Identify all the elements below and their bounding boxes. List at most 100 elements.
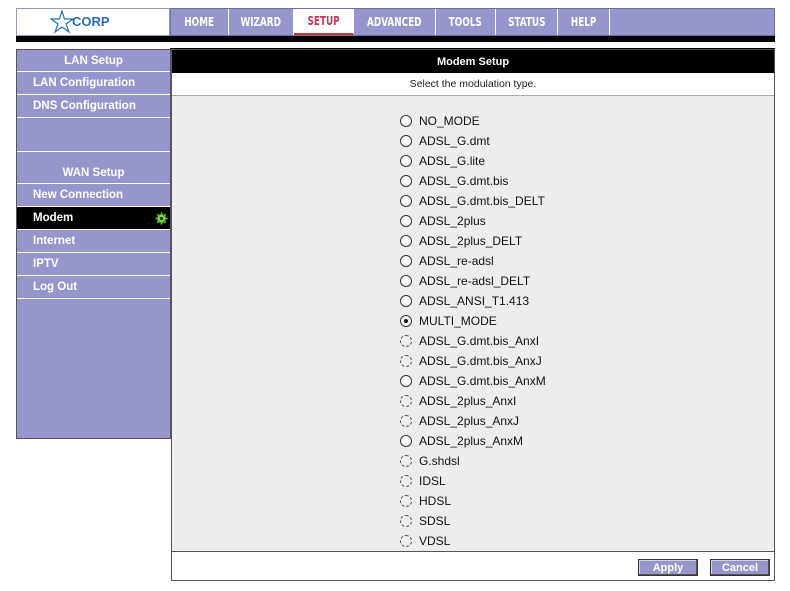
modulation-option: ADSL_G.dmt.bis_AnxI (400, 331, 546, 351)
option-label: ADSL_re-adsl_DELT (419, 274, 531, 288)
radio-button (400, 415, 412, 427)
top-nav: HOME WIZARD SETUP ADVANCED TOOLS STATUS HELP (170, 8, 775, 36)
divider (16, 36, 170, 42)
radio-button[interactable] (400, 115, 412, 127)
option-label: ADSL_G.dmt.bis (419, 174, 509, 188)
tab-help[interactable]: HELP (558, 9, 610, 35)
page-title: Modem Setup (172, 50, 774, 73)
option-label: ADSL_G.lite (419, 154, 486, 168)
tab-label: WIZARD (240, 15, 282, 29)
radio-button[interactable] (400, 375, 412, 387)
modulation-option: G.shdsl (400, 451, 546, 471)
divider (170, 36, 775, 42)
modulation-option[interactable]: MULTI_MODE (400, 311, 546, 331)
radio-button (400, 335, 412, 347)
tab-home[interactable]: HOME (171, 9, 229, 35)
tab-advanced[interactable]: ADVANCED (354, 9, 436, 35)
radio-button[interactable] (400, 255, 412, 267)
option-label: NO_MODE (419, 114, 480, 128)
form-footer: Apply Cancel (172, 551, 774, 580)
tab-setup[interactable]: SETUP (294, 9, 354, 35)
option-label: IDSL (419, 474, 446, 488)
tab-tools[interactable]: TOOLS (436, 9, 496, 35)
radio-button[interactable] (400, 315, 412, 327)
option-label: G.shdsl (419, 454, 460, 468)
acorp-logo-icon: CORP (49, 10, 110, 34)
modulation-option[interactable]: ADSL_2plus (400, 211, 546, 231)
radio-button[interactable] (400, 235, 412, 247)
modulation-option[interactable]: ADSL_2plus_DELT (400, 231, 546, 251)
modulation-option[interactable]: ADSL_G.dmt.bis (400, 171, 546, 191)
radio-button (400, 515, 412, 527)
sidebar-item-new-connection[interactable]: New Connection (17, 184, 170, 207)
option-label: ADSL_2plus (419, 214, 486, 228)
sidebar-heading-wan: WAN Setup (17, 162, 170, 184)
tab-label: HELP (570, 15, 597, 29)
option-label: ADSL_G.dmt.bis_AnxI (419, 334, 540, 348)
logo-text: CORP (72, 14, 110, 29)
radio-button[interactable] (400, 135, 412, 147)
modulation-options: NO_MODE ADSL_G.dmt ADSL_G.lite ADSL_G.dmt.b… (400, 111, 546, 551)
sidebar-item-log-out[interactable]: Log Out (17, 276, 170, 299)
page-subtitle: Select the modulation type. (172, 73, 774, 96)
tab-status[interactable]: STATUS (496, 9, 558, 35)
modulation-option: ADSL_G.dmt.bis_AnxJ (400, 351, 546, 371)
tab-label: TOOLS (448, 15, 483, 29)
sidebar: LAN Setup LAN Configuration DNS Configur… (16, 49, 171, 439)
modulation-option[interactable]: ADSL_re-adsl (400, 251, 546, 271)
option-label: ADSL_2plus_AnxM (419, 434, 524, 448)
radio-button (400, 455, 412, 467)
sidebar-item-iptv[interactable]: IPTV (17, 253, 170, 276)
cancel-button[interactable]: Cancel (710, 559, 770, 576)
modulation-option: IDSL (400, 471, 546, 491)
tab-wizard[interactable]: WIZARD (229, 9, 294, 35)
tab-label: HOME (184, 15, 215, 29)
radio-button[interactable] (400, 175, 412, 187)
modulation-option[interactable]: ADSL_2plus_AnxM (400, 431, 546, 451)
modulation-option[interactable]: ADSL_G.dmt (400, 131, 546, 151)
apply-button[interactable]: Apply (638, 559, 698, 576)
option-label: ADSL_ANSI_T1.413 (419, 294, 530, 308)
modulation-option[interactable]: ADSL_re-adsl_DELT (400, 271, 546, 291)
sidebar-item-dns-configuration[interactable]: DNS Configuration (17, 95, 170, 118)
option-label: ADSL_G.dmt.bis_AnxJ (419, 354, 542, 368)
radio-button (400, 535, 412, 547)
radio-button (400, 395, 412, 407)
gear-icon (155, 212, 168, 225)
radio-button[interactable] (400, 275, 412, 287)
option-label: ADSL_G.dmt (419, 134, 490, 148)
modulation-option: HDSL (400, 491, 546, 511)
radio-button[interactable] (400, 155, 412, 167)
option-label: ADSL_G.dmt.bis_DELT (419, 194, 545, 208)
radio-button (400, 475, 412, 487)
option-label: HDSL (419, 494, 452, 508)
option-label: ADSL_2plus_AnxJ (419, 414, 520, 428)
radio-button[interactable] (400, 215, 412, 227)
radio-button (400, 355, 412, 367)
logo: CORP (16, 8, 170, 36)
sidebar-item-modem[interactable]: Modem (17, 207, 170, 230)
modulation-option: ADSL_2plus_AnxI (400, 391, 546, 411)
radio-button[interactable] (400, 195, 412, 207)
modulation-option[interactable]: ADSL_G.lite (400, 151, 546, 171)
modulation-option[interactable]: ADSL_ANSI_T1.413 (400, 291, 546, 311)
modulation-option: VDSL (400, 531, 546, 551)
modulation-option[interactable]: NO_MODE (400, 111, 546, 131)
sidebar-heading-lan: LAN Setup (17, 50, 170, 72)
sidebar-item-lan-configuration[interactable]: LAN Configuration (17, 72, 170, 95)
tab-label: ADVANCED (367, 15, 422, 29)
modulation-option[interactable]: ADSL_G.dmt.bis_AnxM (400, 371, 546, 391)
sidebar-spacer (17, 118, 170, 152)
option-label: ADSL_2plus_DELT (419, 234, 523, 248)
option-label: VDSL (419, 534, 451, 548)
modulation-option: ADSL_2plus_AnxJ (400, 411, 546, 431)
modulation-option[interactable]: ADSL_G.dmt.bis_DELT (400, 191, 546, 211)
option-label: ADSL_re-adsl (419, 254, 494, 268)
main-panel: Modem Setup Select the modulation type. … (171, 49, 775, 581)
modulation-option: SDSL (400, 511, 546, 531)
option-label: ADSL_2plus_AnxI (419, 394, 517, 408)
sidebar-item-internet[interactable]: Internet (17, 230, 170, 253)
radio-button[interactable] (400, 435, 412, 447)
radio-button[interactable] (400, 295, 412, 307)
